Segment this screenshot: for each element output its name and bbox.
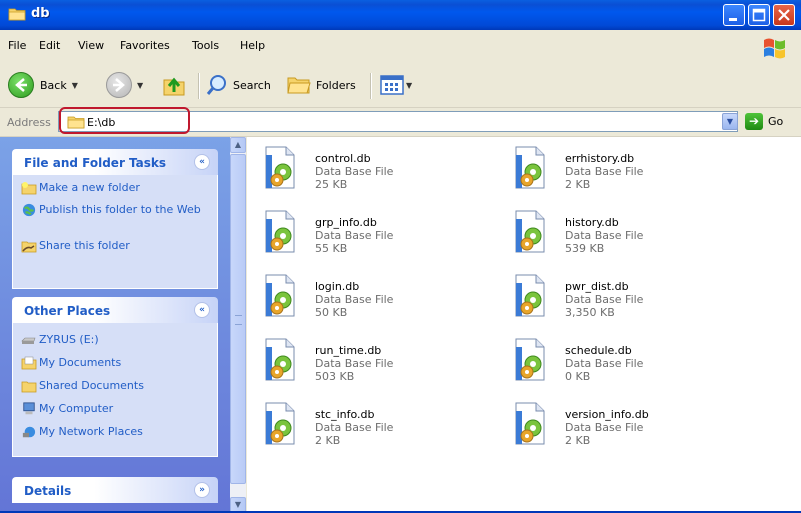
place-drive-e[interactable]: ZYRUS (E:)	[13, 333, 217, 356]
other-places-box: Other Places « ZYRUS (E:) My Documents S…	[12, 297, 218, 457]
views-button[interactable]: ▼	[380, 71, 412, 99]
menu-favorites[interactable]: Favorites	[120, 39, 170, 52]
details-box: Details »	[12, 477, 218, 503]
menu-file[interactable]: File	[8, 39, 26, 52]
database-file-icon	[265, 146, 295, 189]
expand-chevron-icon[interactable]: »	[194, 482, 210, 498]
toolbar: Back ▼ ▼ Search Folders ▼	[0, 63, 801, 108]
folder-icon	[8, 8, 26, 21]
search-button[interactable]: Search	[205, 71, 271, 99]
explorer-window: db File Edit View Favorites Tools Help B…	[0, 0, 801, 513]
database-file-icon	[515, 338, 545, 381]
globe-icon	[22, 203, 36, 217]
database-file-icon	[515, 146, 545, 189]
forward-dropdown-icon[interactable]: ▼	[137, 81, 143, 90]
file-item[interactable]: run_time.db Data Base File 503 KB	[247, 335, 487, 395]
menu-view[interactable]: View	[78, 39, 104, 52]
minimize-button[interactable]	[723, 4, 745, 26]
views-dropdown-icon[interactable]: ▼	[406, 81, 412, 90]
up-folder-icon	[163, 77, 185, 96]
database-file-icon	[515, 210, 545, 253]
maximize-button[interactable]	[748, 4, 770, 26]
file-folder-tasks-title: File and Folder Tasks	[24, 156, 167, 170]
my-computer-icon	[23, 402, 35, 415]
database-file-icon	[265, 274, 295, 317]
place-my-computer[interactable]: My Computer	[13, 402, 217, 425]
search-label: Search	[233, 78, 271, 92]
database-file-icon	[265, 210, 295, 253]
file-item[interactable]: grp_info.db Data Base File 55 KB	[247, 207, 487, 267]
file-item[interactable]: pwr_dist.db Data Base File 3,350 KB	[497, 271, 737, 331]
folders-label: Folders	[316, 78, 356, 92]
address-bar: Address ▼ E:\db ➔ Go	[0, 107, 801, 137]
forward-button[interactable]: ▼	[106, 71, 143, 99]
go-arrow-icon: ➔	[745, 113, 763, 130]
address-highlight-annotation	[59, 107, 190, 134]
other-places-title: Other Places	[24, 304, 111, 318]
collapse-chevron-icon[interactable]: «	[194, 154, 210, 170]
window-title: db	[31, 6, 50, 21]
back-label: Back	[40, 78, 67, 92]
make-new-folder-link[interactable]: Make a new folder	[13, 181, 217, 203]
address-dropdown-button[interactable]: ▼	[722, 113, 738, 130]
folders-button[interactable]: Folders	[286, 71, 356, 99]
database-file-icon	[265, 402, 295, 445]
file-item[interactable]: login.db Data Base File 50 KB	[247, 271, 487, 331]
menu-edit[interactable]: Edit	[39, 39, 60, 52]
scroll-thumb[interactable]	[230, 154, 246, 484]
back-arrow-icon	[8, 72, 34, 98]
close-icon	[778, 9, 790, 21]
go-button[interactable]: ➔ Go	[745, 113, 783, 130]
file-item[interactable]: control.db Data Base File 25 KB	[247, 143, 487, 203]
file-item[interactable]: stc_info.db Data Base File 2 KB	[247, 399, 487, 459]
task-pane: File and Folder Tasks « Make a new folde…	[0, 137, 230, 513]
file-folder-tasks-header[interactable]: File and Folder Tasks «	[12, 149, 218, 175]
windows-logo-icon	[764, 38, 785, 59]
place-my-documents[interactable]: My Documents	[13, 356, 217, 379]
place-shared-documents[interactable]: Shared Documents	[13, 379, 217, 402]
new-folder-icon	[21, 182, 37, 195]
vertical-scrollbar[interactable]: ▲ ▼	[230, 137, 246, 513]
close-button[interactable]	[773, 4, 795, 26]
go-label: Go	[768, 115, 784, 128]
database-file-icon	[265, 338, 295, 381]
address-label: Address	[7, 116, 51, 129]
network-places-icon	[22, 426, 36, 438]
file-item[interactable]: version_info.db Data Base File 2 KB	[497, 399, 737, 459]
file-item[interactable]: errhistory.db Data Base File 2 KB	[497, 143, 737, 203]
scroll-up-button[interactable]: ▲	[230, 137, 246, 153]
file-folder-tasks-box: File and Folder Tasks « Make a new folde…	[12, 149, 218, 289]
up-folder-button[interactable]	[162, 71, 188, 99]
other-places-header[interactable]: Other Places «	[12, 297, 218, 323]
menu-tools[interactable]: Tools	[192, 39, 219, 52]
back-button[interactable]: Back ▼	[8, 71, 78, 99]
forward-arrow-icon	[106, 72, 132, 98]
collapse-chevron-icon[interactable]: «	[194, 302, 210, 318]
menu-help[interactable]: Help	[240, 39, 265, 52]
my-documents-icon	[21, 356, 37, 370]
views-icon	[380, 75, 404, 95]
file-item[interactable]: history.db Data Base File 539 KB	[497, 207, 737, 267]
publish-folder-link[interactable]: Publish this folder to the Web	[13, 203, 217, 239]
details-header[interactable]: Details »	[12, 477, 218, 503]
back-dropdown-icon[interactable]: ▼	[72, 81, 78, 90]
menu-bar: File Edit View Favorites Tools Help	[0, 30, 801, 64]
folders-icon	[287, 77, 311, 94]
place-my-network-places[interactable]: My Network Places	[13, 425, 217, 448]
maximize-icon	[752, 8, 766, 22]
minimize-icon	[729, 18, 737, 21]
share-folder-icon	[21, 241, 37, 253]
drive-icon	[21, 337, 36, 344]
database-file-icon	[515, 274, 545, 317]
file-item[interactable]: schedule.db Data Base File 0 KB	[497, 335, 737, 395]
title-bar[interactable]: db	[0, 0, 801, 30]
file-list: control.db Data Base File 25 KB errhistory…	[247, 137, 801, 513]
shared-documents-icon	[21, 381, 37, 393]
search-icon	[206, 75, 226, 95]
database-file-icon	[515, 402, 545, 445]
share-folder-link[interactable]: Share this folder	[13, 239, 217, 261]
details-title: Details	[24, 484, 72, 498]
